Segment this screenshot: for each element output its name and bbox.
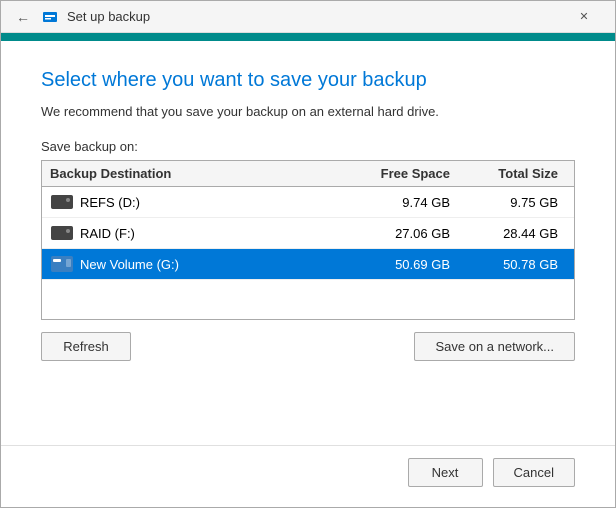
table-row[interactable]: RAID (F:) 27.06 GB 28.44 GB xyxy=(42,218,574,249)
drive-label: RAID (F:) xyxy=(80,226,366,241)
table-header: Backup Destination Free Space Total Size xyxy=(42,161,574,187)
drive-icon xyxy=(50,193,74,211)
title-bar-left: ← Set up backup xyxy=(13,7,150,27)
table-row[interactable]: REFS (D:) 9.74 GB 9.75 GB xyxy=(42,187,574,218)
drive-total-size: 9.75 GB xyxy=(466,195,566,210)
refresh-button[interactable]: Refresh xyxy=(41,332,131,361)
usb-icon xyxy=(51,256,73,272)
content-area: Select where you want to save your backu… xyxy=(1,41,615,445)
save-label: Save backup on: xyxy=(41,139,575,154)
title-bar: ← Set up backup ✕ xyxy=(1,1,615,33)
footer: Next Cancel xyxy=(1,445,615,507)
hdd-icon xyxy=(51,195,73,209)
col-header-free: Free Space xyxy=(366,166,466,181)
drive-free-space: 27.06 GB xyxy=(366,226,466,241)
drive-icon xyxy=(50,224,74,242)
drive-table: Backup Destination Free Space Total Size… xyxy=(41,160,575,320)
drive-label: New Volume (G:) xyxy=(80,257,366,272)
cancel-button[interactable]: Cancel xyxy=(493,458,575,487)
drive-label: REFS (D:) xyxy=(80,195,366,210)
hdd-icon xyxy=(51,226,73,240)
drive-free-space: 50.69 GB xyxy=(366,257,466,272)
app-icon xyxy=(41,8,59,26)
drive-icon xyxy=(50,255,74,273)
close-button[interactable]: ✕ xyxy=(561,1,607,33)
next-button[interactable]: Next xyxy=(408,458,483,487)
drive-total-size: 28.44 GB xyxy=(466,226,566,241)
drive-total-size: 50.78 GB xyxy=(466,257,566,272)
table-body: REFS (D:) 9.74 GB 9.75 GB RAID (F:) 27.0… xyxy=(42,187,574,319)
page-title: Select where you want to save your backu… xyxy=(41,69,575,92)
save-network-button[interactable]: Save on a network... xyxy=(414,332,575,361)
table-actions-row: Refresh Save on a network... xyxy=(41,332,575,361)
col-header-total: Total Size xyxy=(466,166,566,181)
back-button[interactable]: ← xyxy=(13,7,33,27)
description: We recommend that you save your backup o… xyxy=(41,104,575,119)
drive-free-space: 9.74 GB xyxy=(366,195,466,210)
window: ← Set up backup ✕ Select where you want … xyxy=(0,0,616,508)
header-band xyxy=(1,33,615,41)
window-title: Set up backup xyxy=(67,9,150,24)
col-header-name: Backup Destination xyxy=(50,166,366,181)
table-row[interactable]: New Volume (G:) 50.69 GB 50.78 GB xyxy=(42,249,574,280)
